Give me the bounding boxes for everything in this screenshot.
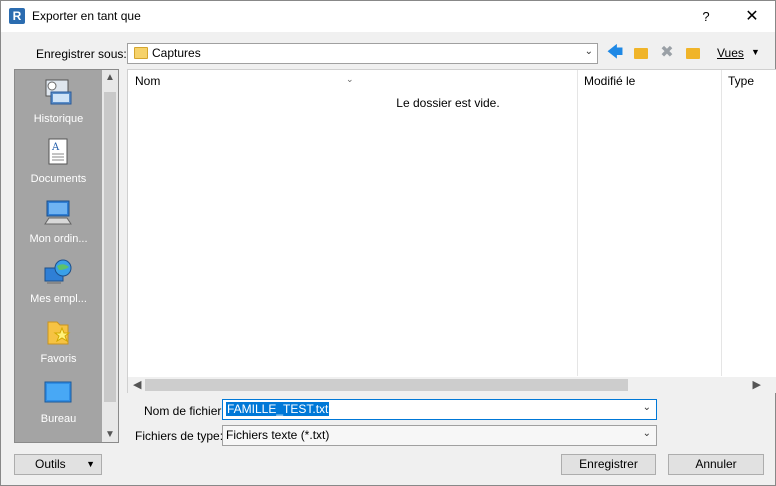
scrollbar-thumb[interactable] <box>145 379 628 391</box>
location-dropdown[interactable]: Captures ⌄ <box>127 43 598 64</box>
chevron-down-icon[interactable]: ⌄ <box>643 402 651 413</box>
scroll-right-icon[interactable]: ▶ <box>753 378 761 391</box>
horizontal-scrollbar[interactable]: ◀ ▶ <box>128 377 776 393</box>
delete-icon[interactable]: ✖ <box>657 44 677 62</box>
place-desktop[interactable]: Bureau <box>15 372 102 432</box>
computer-icon <box>44 200 72 225</box>
place-computer[interactable]: Mon ordin... <box>15 192 102 252</box>
place-label: Favoris <box>40 353 77 365</box>
column-header-modified[interactable]: Modifié le <box>577 70 722 92</box>
favorites-icon <box>47 321 71 345</box>
file-list[interactable]: Nom ⌄ Modifié le Type Le dossier est vid… <box>127 69 776 393</box>
place-history[interactable]: Historique <box>15 72 102 132</box>
places-bar: Historique A Documents Mon ordin... Mes … <box>14 69 119 443</box>
scroll-up-icon[interactable]: ▲ <box>105 72 115 83</box>
title-bar: R Exporter en tant que ? ✕ <box>1 1 775 32</box>
place-label: Bureau <box>40 413 77 425</box>
place-network[interactable]: Mes empl... <box>15 252 102 312</box>
filename-input[interactable]: FAMILLE_TEST.txt ⌄ <box>222 399 657 420</box>
desktop-icon <box>44 381 72 403</box>
sort-caret-icon: ⌄ <box>346 74 354 84</box>
save-in-label: Enregistrer sous: <box>36 47 127 61</box>
chevron-down-icon[interactable]: ⌄ <box>585 46 593 57</box>
scroll-left-icon[interactable]: ◀ <box>133 378 141 391</box>
column-header-type[interactable]: Type <box>721 70 776 92</box>
place-documents[interactable]: A Documents <box>15 132 102 192</box>
filename-value[interactable]: FAMILLE_TEST.txt <box>224 401 331 417</box>
column-separator[interactable] <box>721 70 722 376</box>
cancel-button[interactable]: Annuler <box>668 454 764 475</box>
window-title: Exporter en tant que <box>32 9 141 23</box>
views-menu-button[interactable]: Vues <box>717 46 744 60</box>
revit-app-icon: R <box>9 8 25 24</box>
place-label: Documents <box>30 173 87 185</box>
folder-icon <box>134 47 148 59</box>
export-dialog: R Exporter en tant que ? ✕ Enregistrer s… <box>0 0 776 486</box>
close-button[interactable]: ✕ <box>729 1 775 32</box>
svg-text:A: A <box>51 142 60 153</box>
views-dropdown-icon[interactable]: ▼ <box>751 47 760 57</box>
chevron-down-icon[interactable]: ⌄ <box>643 428 651 439</box>
place-label: Mes empl... <box>30 293 87 305</box>
scroll-down-icon[interactable]: ▼ <box>105 429 115 440</box>
scrollbar-thumb[interactable] <box>104 92 116 402</box>
tools-button[interactable]: Outils ▼ <box>14 454 102 475</box>
places-scrollbar[interactable]: ▲ ▼ <box>102 70 118 442</box>
filetype-select[interactable]: Fichiers texte (*.txt) ⌄ <box>222 425 657 446</box>
up-folder-icon[interactable] <box>631 44 651 62</box>
help-button[interactable]: ? <box>683 1 729 32</box>
location-value: Captures <box>152 46 201 60</box>
tools-label: Outils <box>35 457 66 471</box>
place-label: Mon ordin... <box>29 233 88 245</box>
dropdown-arrow-icon: ▼ <box>86 459 95 469</box>
save-button[interactable]: Enregistrer <box>561 454 656 475</box>
filetype-label: Fichiers de type: <box>135 429 224 443</box>
documents-icon: A <box>48 138 68 165</box>
filetype-value: Fichiers texte (*.txt) <box>226 428 330 442</box>
history-icon <box>45 79 72 105</box>
back-arrow-icon[interactable]: 🡄 <box>605 44 625 62</box>
column-header-name[interactable]: Nom ⌄ <box>128 70 578 92</box>
place-label: Historique <box>33 113 84 125</box>
filename-label: Nom de fichier: <box>144 404 225 418</box>
column-separator[interactable] <box>577 70 578 376</box>
network-places-icon <box>44 259 72 284</box>
new-folder-icon[interactable] <box>683 44 703 62</box>
empty-folder-message: Le dossier est vide. <box>396 96 500 110</box>
place-favorites[interactable]: Favoris <box>15 312 102 372</box>
